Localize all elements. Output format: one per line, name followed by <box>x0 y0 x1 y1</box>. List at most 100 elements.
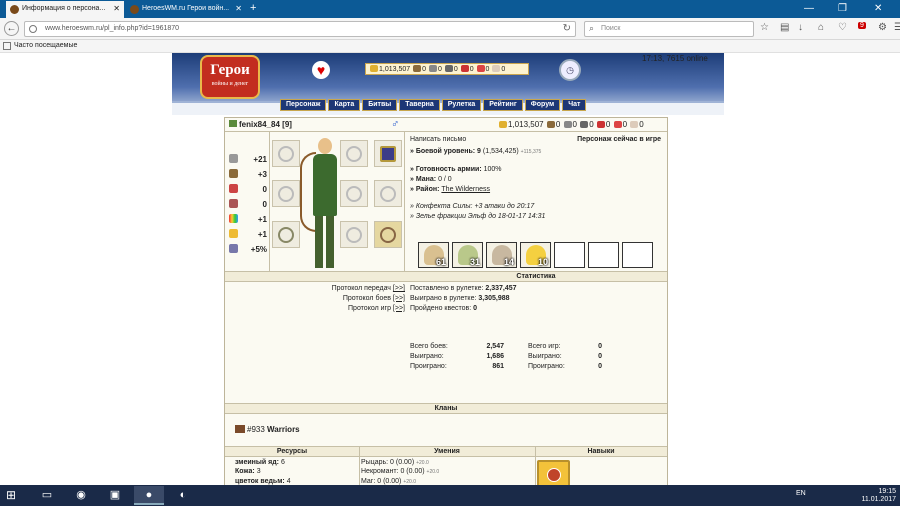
army-unit[interactable]: 61 <box>418 242 449 268</box>
menu-battles[interactable]: Битвы <box>362 99 398 111</box>
clan-flag-icon <box>229 120 237 127</box>
file-explorer-icon[interactable]: ▭ <box>32 486 62 505</box>
stat-morale: +1 <box>229 229 267 244</box>
stat-spellpower: 0 <box>229 184 267 199</box>
site-logo[interactable]: Герои войны и денег <box>200 55 260 99</box>
battle-stats: Всего боев: 2,547 Выиграно: 1,686 Проигран… <box>410 343 504 370</box>
site-info-icon[interactable] <box>29 25 37 33</box>
equip-slot-ring2[interactable] <box>272 180 300 207</box>
district: » Район: The Wilderness <box>410 186 491 193</box>
menu-forum[interactable]: Форум <box>524 99 561 111</box>
roulette-stats: Поставлено в рулетке: 2,337,457 Выиграно… <box>410 285 517 312</box>
transfer-log-link[interactable]: [>>] <box>393 285 405 292</box>
health-heart-icon: ♥ <box>312 61 330 79</box>
mercury-icon <box>580 121 589 128</box>
equip-slot-armor[interactable] <box>340 180 368 207</box>
new-tab-button[interactable]: + <box>250 2 256 14</box>
ability-item: Рыцарь: 0 (0.00) +20.0 <box>361 459 429 466</box>
write-letter-link[interactable]: Написать письмо <box>410 135 466 145</box>
army-ready: » Готовность армии: 100% <box>410 166 502 173</box>
equip-slot-ring[interactable] <box>272 140 300 167</box>
battle-log-link[interactable]: [>>] <box>393 295 405 302</box>
menu-character[interactable]: Персонаж <box>280 99 327 111</box>
download-icon[interactable]: ↓ <box>798 22 803 33</box>
server-time-online: 17:13, 7615 online <box>642 54 708 63</box>
bookmark-star-icon[interactable]: ☆ <box>760 22 769 33</box>
gems-icon <box>492 65 501 72</box>
header-resources: 1,013,507 0 0 0 0 0 0 <box>365 63 529 75</box>
url-bar[interactable]: www.heroeswm.ru/pl_info.php?id=1961870 ↻ <box>24 21 576 37</box>
resource-list: змеиный яд: 6 Кожа: 3 цветок ведьм: 4 <box>235 458 291 485</box>
sulfur-icon <box>460 65 469 72</box>
ability-item: Некромант: 0 (0.00) +20.0 <box>361 468 440 476</box>
minimize-icon[interactable]: — <box>804 3 814 14</box>
character-avatar <box>300 138 344 274</box>
close-tab-icon[interactable]: ✕ <box>113 4 120 13</box>
menu-map[interactable]: Карта <box>328 99 361 111</box>
ore-icon <box>563 121 572 128</box>
tray-clock[interactable]: 19:15 11.01.2017 <box>861 488 896 505</box>
windows-start-icon[interactable]: ⊞ <box>6 489 20 502</box>
back-button[interactable]: ← <box>4 21 19 36</box>
equip-slot-cloak[interactable] <box>374 180 402 207</box>
clock-icon[interactable]: ◷ <box>559 59 581 81</box>
chrome-icon[interactable]: ◉ <box>66 486 96 505</box>
army-unit[interactable]: 10 <box>520 242 551 268</box>
skill-icon-fire[interactable] <box>537 460 570 485</box>
tray-language[interactable]: EN <box>796 490 806 497</box>
potion-icon <box>229 244 238 253</box>
equip-slot-mount[interactable] <box>374 221 402 248</box>
district-link[interactable]: The Wilderness <box>441 186 490 193</box>
extension-icon[interactable]: ⚙ <box>878 22 887 33</box>
bookmark-most-visited[interactable]: Часто посещаемые <box>14 42 77 49</box>
menu-chat[interactable]: Чат <box>562 99 587 111</box>
stat-initiative: +5% <box>229 244 267 259</box>
menu-rating[interactable]: Рейтинг <box>483 99 523 111</box>
menu-tavern[interactable]: Таверна <box>399 99 440 111</box>
task-window-icon[interactable]: ▣ <box>100 486 130 505</box>
resources-header: Ресурсы <box>225 446 359 457</box>
clan-entry[interactable]: #933 Warriors <box>235 425 300 434</box>
tab-player-info[interactable]: Информация о персона... ✕ <box>6 1 124 18</box>
equip-slot-weapon[interactable] <box>272 221 300 248</box>
game-log-link[interactable]: [>>] <box>393 305 405 312</box>
player-header: fenix84_84 [9] ♂ 1,013,507 0 0 0 0 0 0 <box>225 118 667 132</box>
close-tab-icon[interactable]: ✕ <box>235 4 242 13</box>
steam-icon[interactable]: ◐ <box>168 486 198 505</box>
battle-log: Протокол боев [>>] <box>342 294 405 302</box>
taskbar: ⊞ ▭ ◉ ▣ ● ◐ EN 19:15 11.01.2017 <box>0 485 900 506</box>
reload-icon[interactable]: ↻ <box>563 23 571 34</box>
maximize-icon[interactable]: ❐ <box>838 3 847 14</box>
player-stats: +21 +3 0 0 +1 +1 +5% <box>229 154 267 259</box>
reading-list-icon[interactable]: ▤ <box>780 22 789 33</box>
notification-badge[interactable]: 9 <box>858 22 866 29</box>
home-icon[interactable]: ⌂ <box>818 22 824 33</box>
equip-slot-amulet[interactable] <box>340 140 368 167</box>
crystal-icon <box>613 121 622 128</box>
equip-slot-book[interactable] <box>374 140 402 167</box>
effect-candy: » Конфекта Силы: +3 атаки до 20:17 <box>410 203 535 210</box>
statistics-header: Статистика <box>405 271 667 282</box>
pocket-icon[interactable]: ♡ <box>838 22 847 33</box>
gold-icon <box>370 65 378 72</box>
army-unit[interactable]: 14 <box>486 242 517 268</box>
equip-slot-shield[interactable] <box>340 221 368 248</box>
gold-icon <box>499 121 507 128</box>
rainbow-icon <box>229 214 238 223</box>
resource-item: Кожа: 3 <box>235 468 261 476</box>
wood-icon <box>546 121 555 128</box>
close-window-icon[interactable]: ✕ <box>874 3 882 14</box>
search-input[interactable]: ⌕ Поиск <box>584 21 754 37</box>
wings-icon <box>229 229 238 238</box>
player-name[interactable]: fenix84_84 [9] <box>229 120 292 129</box>
sword-icon <box>229 154 238 163</box>
army-unit-empty <box>554 242 585 268</box>
tab-heroeswm[interactable]: HeroesWM.ru Герои войн... ✕ <box>126 1 246 18</box>
menu-roulette[interactable]: Рулетка <box>441 99 482 111</box>
ability-list: Рыцарь: 0 (0.00) +20.0 Некромант: 0 (0.0… <box>361 458 439 485</box>
army-unit[interactable]: 31 <box>452 242 483 268</box>
firefox-icon[interactable]: ● <box>134 486 164 505</box>
menu-icon[interactable]: ☰ <box>894 22 900 33</box>
combat-level: » Боевой уровень: 9 (1,534,425) +115,375 <box>410 148 542 155</box>
clan-emblem-icon <box>235 425 245 433</box>
